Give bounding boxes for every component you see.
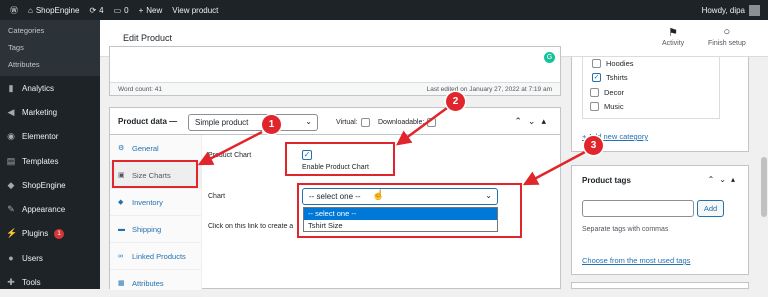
arrow-3 [522, 150, 586, 186]
step-1-marker: 1 [262, 115, 281, 134]
arrow-2 [395, 106, 448, 146]
step-2-marker: 2 [446, 92, 465, 111]
annotation-arrows [197, 106, 586, 186]
arrow-1 [197, 130, 263, 166]
step-3-marker: 3 [584, 136, 603, 155]
